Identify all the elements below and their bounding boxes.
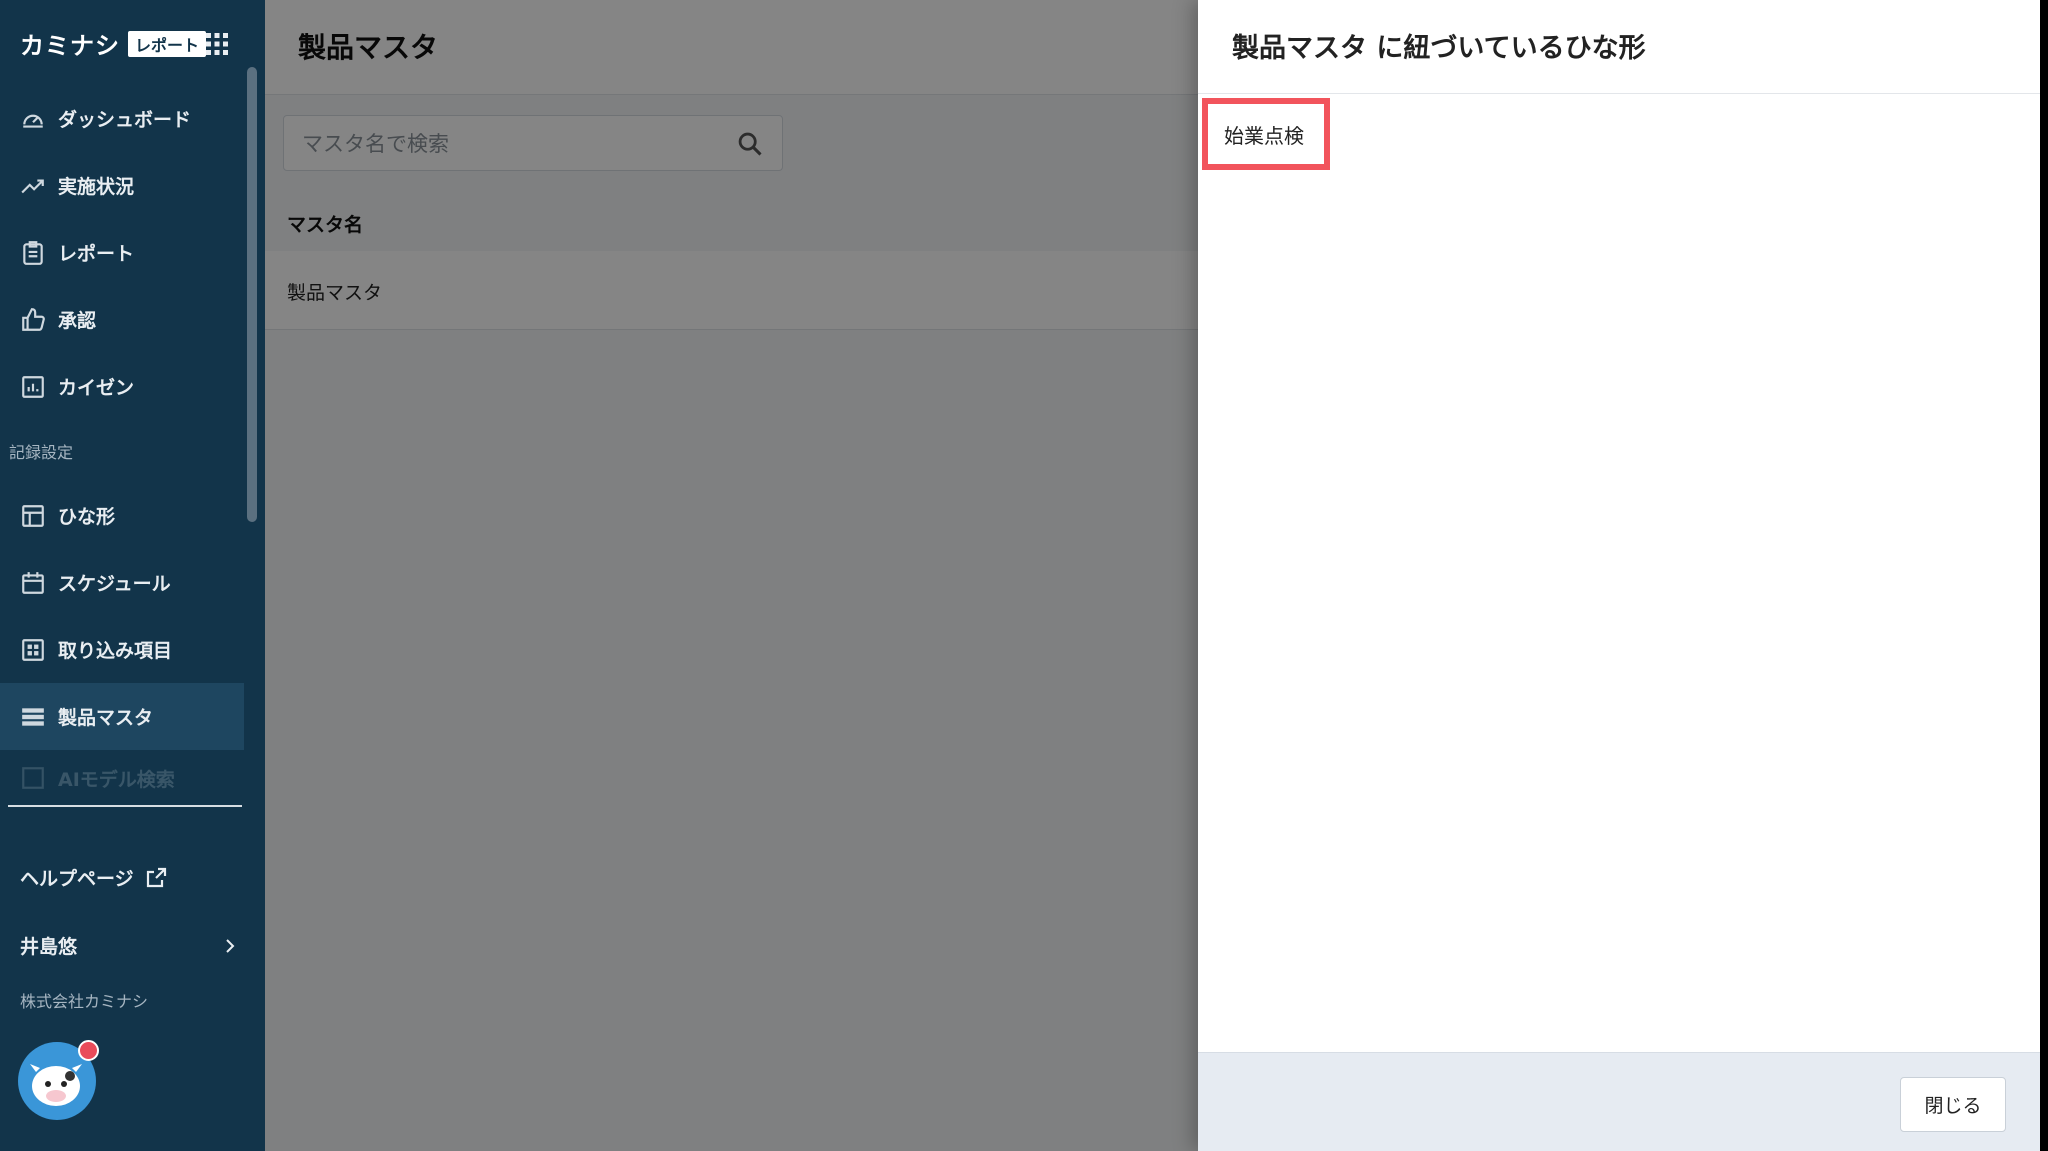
sidebar-item-ai-model-search[interactable]: AIモデル検索	[0, 750, 244, 806]
apps-grid-icon[interactable]	[205, 32, 229, 56]
app-logo[interactable]: カミナシ レポート	[20, 26, 207, 61]
sidebar-item-report[interactable]: レポート	[0, 219, 244, 286]
sidebar-item-label: 承認	[58, 310, 97, 332]
notification-badge	[78, 1040, 99, 1061]
drawer-header: 製品マスタ に紐づいているひな形	[1198, 0, 2040, 94]
calendar-icon	[22, 571, 44, 594]
sidebar-item-label: ひな形	[58, 506, 116, 528]
linked-templates-drawer: 製品マスタ に紐づいているひな形 始業点検 閉じる	[1198, 0, 2040, 1151]
logo-text: カミナシ	[20, 32, 120, 60]
sidebar-divider	[8, 805, 242, 807]
grid-icon	[22, 638, 44, 661]
sidebar-item-label: AIモデル検索	[58, 768, 175, 791]
sidebar-nav: ダッシュボード 実施状況 レポート 承認 カイゼン 記録設定 ひな形 スケジュー…	[0, 85, 244, 806]
sidebar-item-progress[interactable]: 実施状況	[0, 152, 244, 219]
template-icon	[22, 504, 44, 527]
chevron-right-icon	[226, 938, 235, 953]
user-menu[interactable]: 井島悠	[20, 932, 238, 959]
sidebar-item-label: 実施状況	[58, 176, 135, 198]
drawer-footer: 閉じる	[1198, 1052, 2040, 1151]
speedometer-icon	[23, 114, 43, 128]
close-button[interactable]: 閉じる	[1900, 1077, 2006, 1132]
help-page-link[interactable]: ヘルプページ	[20, 864, 168, 891]
sidebar-item-label: 取り込み項目	[58, 640, 173, 662]
sidebar-item-label: スケジュール	[58, 573, 171, 595]
sidebar: カミナシ レポート ダッシュボード 実施状況 レポート 承認 カイゼン 記録設定…	[0, 0, 265, 1151]
sidebar-item-label: 製品マスタ	[58, 707, 154, 729]
sidebar-item-schedule[interactable]: スケジュール	[0, 549, 244, 616]
sidebar-item-dashboard[interactable]: ダッシュボード	[0, 85, 244, 152]
external-link-icon	[146, 867, 166, 887]
drawer-title: 製品マスタ に紐づいているひな形	[1232, 33, 1646, 64]
ai-icon	[22, 767, 44, 789]
logo-badge: レポート	[128, 30, 207, 57]
sidebar-item-templates[interactable]: ひな形	[0, 482, 244, 549]
sidebar-item-label: ダッシュボード	[58, 109, 192, 131]
sidebar-item-import-fields[interactable]: 取り込み項目	[0, 616, 244, 683]
sidebar-item-label: レポート	[58, 243, 135, 265]
linked-template-label: 始業点検	[1224, 123, 1304, 148]
company-name: 株式会社カミナシ	[20, 992, 149, 1011]
chart-icon	[22, 375, 44, 398]
help-page-label: ヘルプページ	[20, 868, 134, 890]
trend-icon	[21, 179, 44, 193]
sidebar-scrollbar[interactable]	[247, 67, 257, 522]
sidebar-item-label: カイゼン	[58, 377, 135, 399]
user-name: 井島悠	[20, 936, 78, 958]
thumbs-up-icon	[22, 307, 45, 331]
app-window: カミナシ レポート ダッシュボード 実施状況 レポート 承認 カイゼン 記録設定…	[0, 0, 2040, 1151]
sidebar-item-kaizen[interactable]: カイゼン	[0, 353, 244, 420]
sidebar-item-approval[interactable]: 承認	[0, 286, 244, 353]
linked-template-item[interactable]: 始業点検	[1202, 98, 1330, 170]
list-icon	[22, 707, 44, 726]
clipboard-icon	[23, 240, 43, 265]
section-label-record-settings: 記録設定	[9, 443, 74, 462]
sidebar-item-product-master[interactable]: 製品マスタ	[0, 683, 244, 750]
